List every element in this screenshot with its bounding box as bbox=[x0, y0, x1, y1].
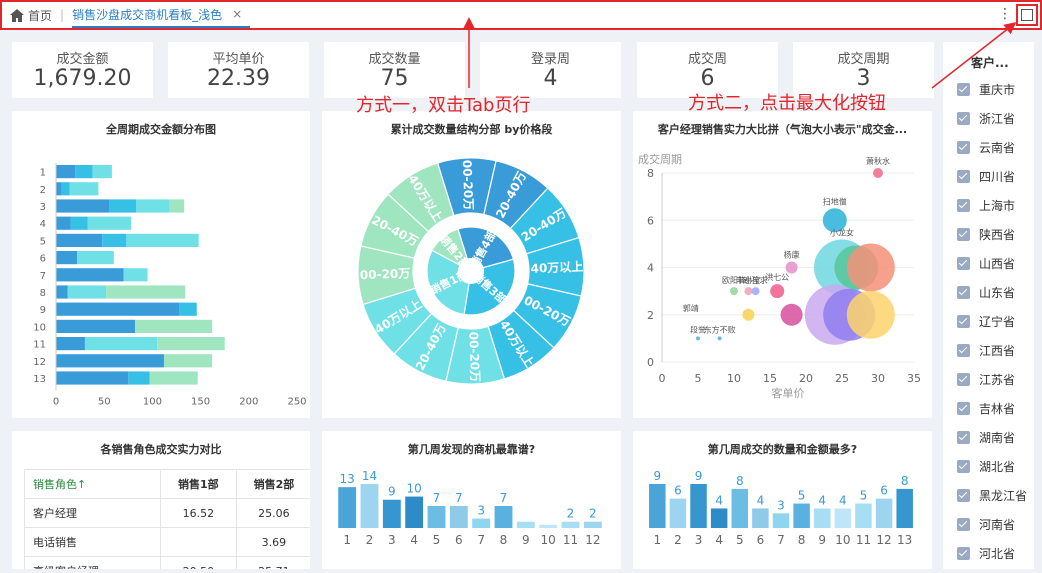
arrow-two bbox=[931, 22, 1017, 89]
annotation-arrows bbox=[463, 17, 1017, 89]
